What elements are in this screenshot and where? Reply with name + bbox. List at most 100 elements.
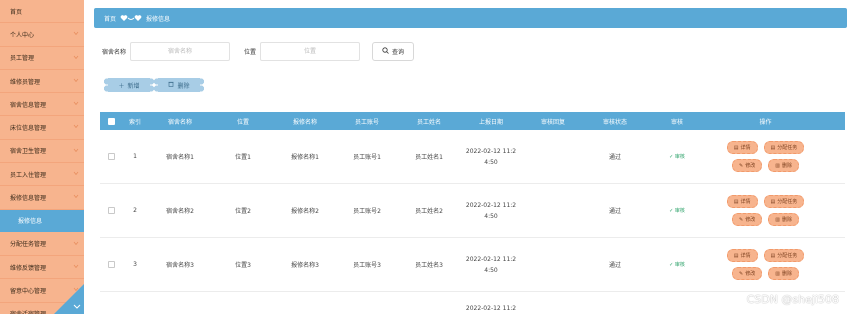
sidebar-item[interactable]: 分配任务管理 xyxy=(0,233,84,256)
sidebar-item-label: 宿舍信息管理 xyxy=(10,101,47,109)
chevron-down-icon xyxy=(73,241,79,246)
row-index: 2 xyxy=(133,207,137,214)
breadcrumb-home[interactable]: 首页 xyxy=(104,14,116,23)
sidebar-item-label: 宿舍卫生管理 xyxy=(10,148,47,156)
row-dorm-name: 宿舍名称2 xyxy=(166,208,194,215)
trash-icon: ▥ xyxy=(775,270,780,277)
pencil-icon: ✎ xyxy=(739,162,744,169)
pencil-icon: ✎ xyxy=(739,270,744,277)
chevron-down-icon xyxy=(73,78,79,83)
sidebar-subitem-repair-info[interactable]: 报修信息 xyxy=(0,209,84,232)
position-input[interactable] xyxy=(260,42,361,61)
row-repair-name: 报修名称2 xyxy=(291,208,319,215)
document-icon: ▤ xyxy=(733,144,739,151)
header-operation: 操作 xyxy=(759,118,772,126)
add-button-label: 新增 xyxy=(127,82,140,90)
chevron-down-icon xyxy=(73,124,79,129)
table-row-partial: 2022-02-12 11:2 xyxy=(100,292,845,312)
search-icon xyxy=(382,47,389,56)
row-position: 位置1 xyxy=(235,154,251,161)
row-emp-no: 员工账号3 xyxy=(353,262,381,269)
header-audit-status: 审核状态 xyxy=(602,118,627,126)
check-icon: ✓ xyxy=(669,154,674,160)
sidebar-item-label: 床位信息管理 xyxy=(10,125,47,133)
row-audit-link[interactable]: ✓ 审核 xyxy=(646,261,708,268)
header-emp-name: 员工姓名 xyxy=(416,118,441,126)
row-checkbox[interactable] xyxy=(100,153,122,160)
search-button-label: 查询 xyxy=(392,49,405,56)
row-audit-status: 通过 xyxy=(608,262,621,269)
assign-task-button[interactable]: ▤ 分配任务 xyxy=(763,195,805,208)
header-report-date: 上报日期 xyxy=(478,118,503,126)
sidebar-item[interactable]: 维修员管理 xyxy=(0,70,84,94)
delete-row-button[interactable]: ▥ 删除 xyxy=(768,213,799,226)
chevron-down-icon xyxy=(73,101,79,106)
detail-button[interactable]: ▤ 详情 xyxy=(726,249,758,262)
row-position: 位置2 xyxy=(235,208,251,215)
document-icon: ▤ xyxy=(733,252,739,259)
row-dorm-name: 宿舍名称1 xyxy=(166,154,194,161)
search-button[interactable]: 查询 xyxy=(372,42,415,61)
sidebar-item[interactable]: 员工管理 xyxy=(0,47,84,70)
sidebar-item[interactable]: 员工入住管理 xyxy=(0,163,84,187)
main-content: 首页 报修信息 宿舍名称 位置 查询 ＋ 新增 xyxy=(84,0,847,314)
edit-button[interactable]: ✎ 修改 xyxy=(732,267,763,280)
select-all-checkbox[interactable] xyxy=(100,117,122,125)
search-bar: 宿舍名称 位置 查询 xyxy=(102,42,415,61)
row-checkbox[interactable] xyxy=(100,261,122,268)
row-index: 1 xyxy=(133,153,137,160)
sidebar-item[interactable]: 宿舍卫生管理 xyxy=(0,140,84,164)
table-row: 3 宿舍名称3 位置3 报修名称3 员工账号3 员工姓名3 2022-02-12 11:2 4… xyxy=(100,238,845,292)
trash-icon: ▥ xyxy=(775,216,780,223)
document-icon: ▤ xyxy=(770,144,776,151)
row-audit-status: 通过 xyxy=(608,154,621,161)
header-position: 位置 xyxy=(236,118,249,126)
check-icon: ✓ xyxy=(669,208,674,214)
detail-button[interactable]: ▤ 详情 xyxy=(726,141,758,154)
sidebar-item-label: 维修反馈管理 xyxy=(10,264,47,272)
delete-row-button[interactable]: ▥ 删除 xyxy=(768,267,799,280)
sidebar-item[interactable]: 个人中心 xyxy=(0,23,84,47)
sidebar-item-label: 员工入住管理 xyxy=(10,171,47,179)
position-label: 位置 xyxy=(244,49,257,56)
row-report-date: 2022-02-12 11:2 4:50 xyxy=(465,255,517,274)
row-audit-link[interactable]: ✓ 审核 xyxy=(646,153,708,160)
sidebar-item-label: 宿舍迁宿管理 xyxy=(10,309,46,314)
delete-button[interactable]: 删除 xyxy=(154,78,204,92)
sidebar: 首页个人中心 员工管理 维修员管理宿舍信息管理 床位信息管理 宿舍卫生管理 员工入住管理报… xyxy=(0,0,84,314)
breadcrumb-current: 报修信息 xyxy=(146,15,171,23)
breadcrumb: 首页 报修信息 xyxy=(94,8,847,28)
sidebar-item[interactable]: 首页 xyxy=(0,0,84,24)
table-row: 1 宿舍名称1 位置1 报修名称1 员工账号1 员工姓名1 2022-02-12 11:2 4… xyxy=(100,130,845,184)
row-emp-name: 员工姓名2 xyxy=(415,208,443,215)
sidebar-item[interactable]: 报修信息管理 xyxy=(0,186,84,210)
row-emp-no: 员工账号2 xyxy=(353,208,381,215)
sidebar-item-label: 留意中心管理 xyxy=(10,287,47,295)
sidebar-item-label: 报修信息管理 xyxy=(10,195,47,203)
sidebar-subitem-label: 报修信息 xyxy=(18,218,43,226)
assign-task-button[interactable]: ▤ 分配任务 xyxy=(763,141,805,154)
row-report-date: 2022-02-12 11:2 4:50 xyxy=(465,201,517,220)
assign-task-button[interactable]: ▤ 分配任务 xyxy=(763,249,805,262)
add-button[interactable]: ＋ 新增 xyxy=(104,78,154,92)
sidebar-item[interactable]: 维修反馈管理 xyxy=(0,256,84,280)
sidebar-item-label: 首页 xyxy=(10,8,23,16)
row-operations: ▤ 详情 ▤ 分配任务 ✎ 修改 ▥ 删除 xyxy=(708,249,823,280)
document-icon: ▤ xyxy=(770,252,776,259)
pencil-icon: ✎ xyxy=(739,216,744,223)
delete-row-button[interactable]: ▥ 删除 xyxy=(768,159,799,172)
row-audit-status: 通过 xyxy=(608,208,621,215)
dorm-name-input[interactable] xyxy=(130,42,231,61)
sidebar-item[interactable]: 床位信息管理 xyxy=(0,116,84,140)
chevron-down-icon[interactable] xyxy=(73,304,81,312)
row-checkbox[interactable] xyxy=(100,207,122,214)
detail-button[interactable]: ▤ 详情 xyxy=(726,195,758,208)
row-emp-name: 员工姓名1 xyxy=(415,154,443,161)
heart-icon xyxy=(120,14,142,22)
edit-button[interactable]: ✎ 修改 xyxy=(732,159,763,172)
row-audit-link[interactable]: ✓ 审核 xyxy=(646,207,708,214)
edit-button[interactable]: ✎ 修改 xyxy=(732,213,763,226)
row-index: 3 xyxy=(133,261,137,268)
sidebar-item[interactable]: 宿舍信息管理 xyxy=(0,93,84,117)
delete-button-label: 删除 xyxy=(177,82,190,90)
